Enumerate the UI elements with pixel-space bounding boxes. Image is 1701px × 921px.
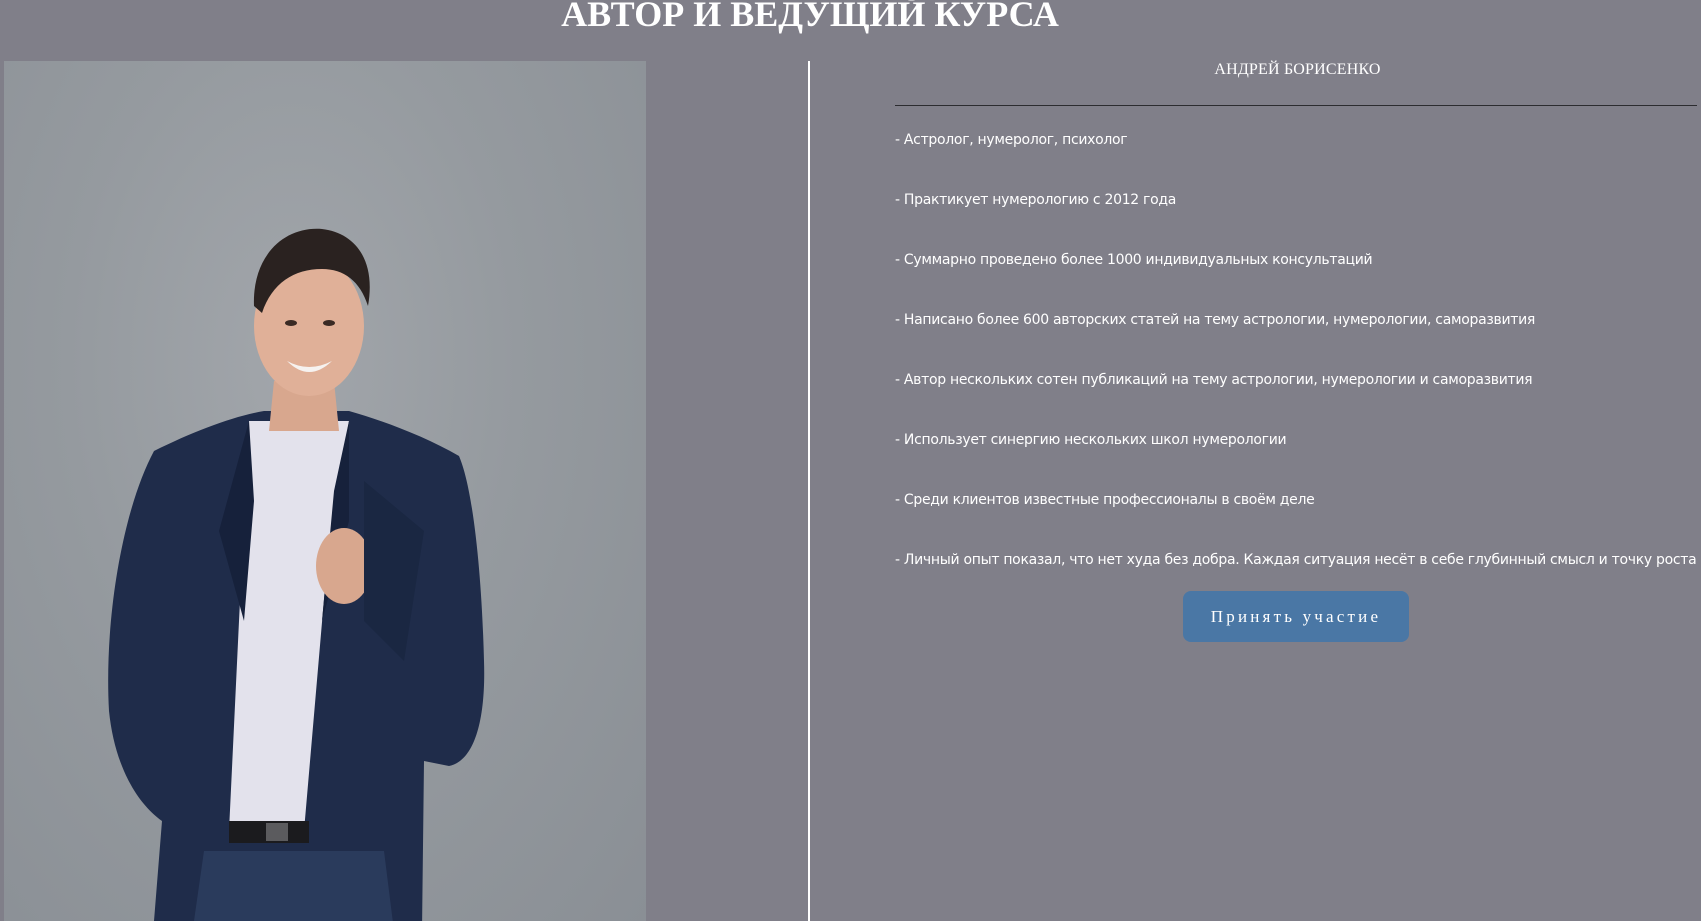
fact-item: - Автор нескольких сотен публикаций на т… bbox=[895, 372, 1533, 388]
fact-item: - Суммарно проведено более 1000 индивиду… bbox=[895, 252, 1373, 268]
author-facts-list: - Астролог, нумеролог, психолог - Практи… bbox=[895, 128, 1697, 608]
fact-item: - Практикует нумерологию с 2012 года bbox=[895, 192, 1177, 208]
author-name: АНДРЕЙ БОРИСЕНКО bbox=[1214, 61, 1381, 78]
name-underline bbox=[895, 105, 1697, 106]
fact-item: - Написано более 600 авторских статей на… bbox=[895, 312, 1536, 328]
column-divider bbox=[808, 61, 810, 921]
author-photo bbox=[4, 61, 646, 921]
fact-item: - Использует синергию нескольких школ ну… bbox=[895, 432, 1287, 448]
fact-item: - Астролог, нумеролог, психолог bbox=[895, 132, 1128, 148]
fact-item: - Среди клиентов известные профессионалы… bbox=[895, 492, 1315, 508]
section-title: АВТОР И ВЕДУЩИЙ КУРСА bbox=[561, 0, 1059, 34]
join-button[interactable]: Принять участие bbox=[1183, 591, 1409, 642]
